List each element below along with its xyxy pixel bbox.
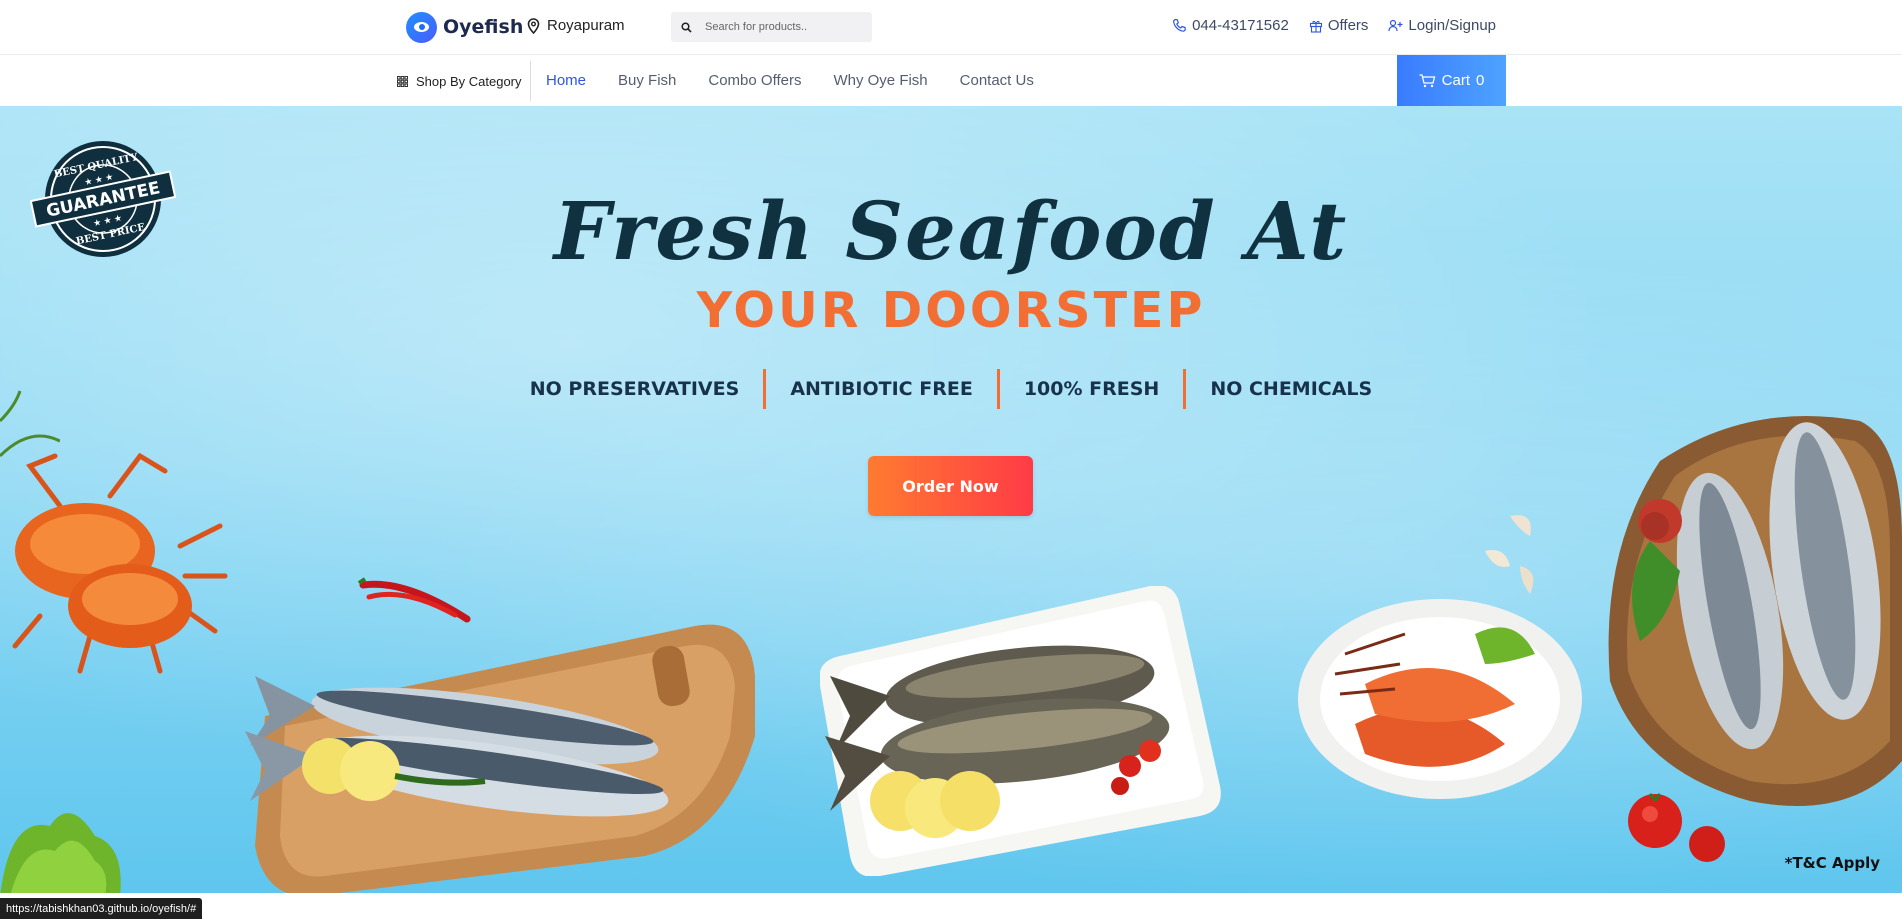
feature-no-preservatives: NO PRESERVATIVES <box>529 378 740 400</box>
browser-status-url: https://tabishkhan03.github.io/oyefish/# <box>0 898 203 919</box>
search-bar <box>671 12 872 42</box>
brand-name: Oyefish <box>443 16 524 38</box>
cart-count: 0 <box>1476 72 1485 89</box>
mackerel-board-image <box>245 624 755 893</box>
hero-subtitle: YOUR DOORSTEP <box>696 282 1206 339</box>
nav-item-contact-us[interactable]: Contact Us <box>944 72 1050 89</box>
order-now-button[interactable]: Order Now <box>868 456 1033 516</box>
cart-icon <box>1419 73 1435 87</box>
offers-label: Offers <box>1327 17 1369 34</box>
herb-image <box>0 390 60 458</box>
phone-link[interactable]: 044-43171562 <box>1172 17 1289 34</box>
trout-plate-image <box>820 586 1221 876</box>
top-header: Oyefish Royapuram 044-43171562 Offers <box>0 0 1902 55</box>
search-icon[interactable] <box>671 21 701 33</box>
main-navbar: Shop By Category Home Buy Fish Combo Off… <box>0 55 1902 106</box>
offers-link[interactable]: Offers <box>1309 17 1369 34</box>
tomatoes-image <box>1628 793 1725 862</box>
top-links: 044-43171562 Offers Login/Signup <box>1172 17 1496 34</box>
phone-icon <box>1173 18 1187 32</box>
feature-no-chemicals: NO CHEMICALS <box>1210 378 1373 400</box>
gift-icon <box>1309 20 1322 33</box>
hero-banner: GUARANTEE BEST QUALITY BEST PRICE ★ ★ ★ … <box>0 106 1902 893</box>
hero-title: Fresh Seafood At <box>553 184 1349 278</box>
nav-menu: Home Buy Fish Combo Offers Why Oye Fish … <box>530 55 1050 106</box>
login-link[interactable]: Login/Signup <box>1388 17 1496 34</box>
cart-button[interactable]: Cart 0 <box>1397 55 1506 106</box>
crab-image <box>12 452 228 674</box>
terms-note: *T&C Apply <box>1784 854 1880 872</box>
shop-by-category-label: Shop By Category <box>416 73 522 89</box>
nav-item-buy-fish[interactable]: Buy Fish <box>602 72 692 89</box>
feature-antibiotic-free: ANTIBIOTIC FREE <box>790 378 973 400</box>
location-selector[interactable]: Royapuram <box>527 17 625 34</box>
dorado-board-image <box>1608 416 1902 806</box>
nav-item-home[interactable]: Home <box>530 72 602 89</box>
location-pin-icon <box>527 17 540 34</box>
login-label: Login/Signup <box>1408 17 1496 34</box>
grid-icon <box>397 75 408 87</box>
brand-logo[interactable]: Oyefish <box>406 10 523 44</box>
location-label: Royapuram <box>547 17 625 34</box>
fish-logo-icon <box>406 11 437 43</box>
search-input[interactable] <box>705 21 865 33</box>
cart-label: Cart <box>1441 72 1470 89</box>
page: Oyefish Royapuram 044-43171562 Offers <box>0 0 1902 919</box>
garlic-image <box>1485 515 1534 594</box>
shop-by-category-button[interactable]: Shop By Category <box>397 61 531 101</box>
prawns-plate-image <box>1298 599 1582 799</box>
lettuce-image <box>0 813 121 893</box>
nav-item-combo-offers[interactable]: Combo Offers <box>692 72 817 89</box>
phone-number: 044-43171562 <box>1192 17 1289 34</box>
nav-item-why-oye-fish[interactable]: Why Oye Fish <box>817 72 943 89</box>
add-user-icon <box>1388 19 1403 32</box>
feature-100-fresh: 100% FRESH <box>1023 378 1160 400</box>
